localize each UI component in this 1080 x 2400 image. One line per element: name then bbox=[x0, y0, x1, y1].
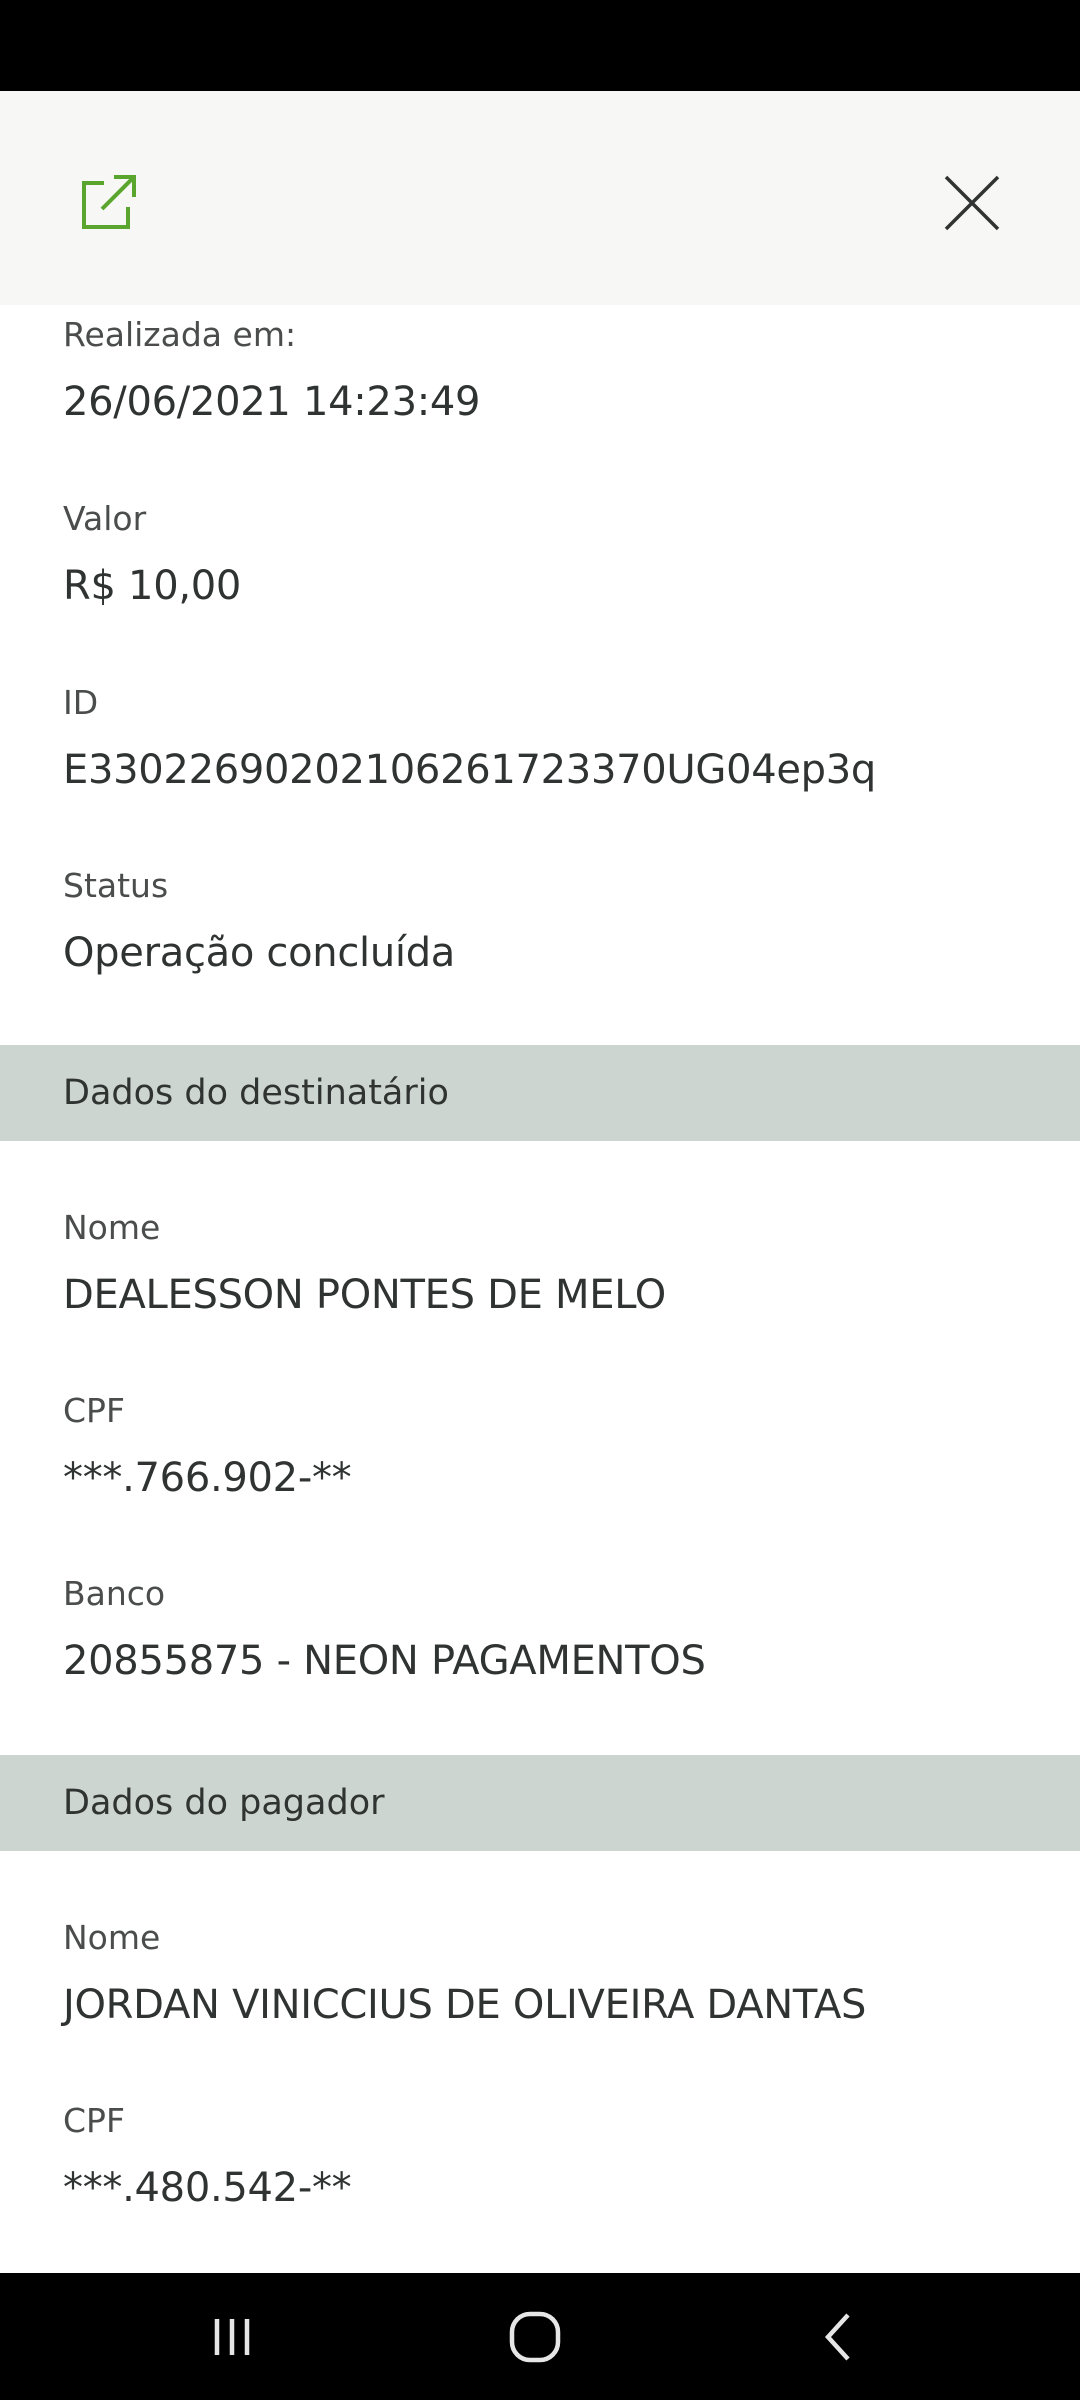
section-title: Dados do pagador bbox=[63, 1783, 385, 1823]
field-value: ***.766.902-** bbox=[63, 1455, 352, 1501]
recipient-section-header: Dados do destinatário bbox=[0, 1045, 1080, 1141]
status-bar bbox=[0, 0, 1080, 91]
back-button[interactable] bbox=[778, 2293, 898, 2381]
recipient-bank-field: Banco 20855875 - NEON PAGAMENTOS bbox=[63, 1574, 706, 1686]
home-icon bbox=[509, 2311, 561, 2363]
field-label: Nome bbox=[63, 1208, 161, 1247]
receipt-header bbox=[0, 91, 1080, 305]
field-value: R$ 10,00 bbox=[63, 563, 242, 609]
field-label: Realizada em: bbox=[63, 315, 297, 354]
navigation-bar bbox=[0, 2273, 1080, 2400]
field-label: Nome bbox=[63, 1918, 161, 1957]
field-value: Operação concluída bbox=[63, 930, 456, 976]
receipt-content: Realizada em: 26/06/2021 14:23:49 Valor … bbox=[0, 305, 1080, 2273]
field-value: E33022690202106261723370UG04ep3q bbox=[63, 747, 877, 793]
payer-section-header: Dados do pagador bbox=[0, 1755, 1080, 1851]
recents-icon bbox=[214, 2319, 250, 2355]
status-field: Status Operação concluída bbox=[63, 866, 455, 978]
payer-name-field: Nome JORDAN VINICCIUS DE OLIVEIRA DANTAS bbox=[63, 1918, 866, 2030]
field-value: JORDAN VINICCIUS DE OLIVEIRA DANTAS bbox=[63, 1982, 867, 2028]
section-title: Dados do destinatário bbox=[63, 1073, 449, 1113]
home-button[interactable] bbox=[475, 2293, 595, 2381]
field-label: Status bbox=[63, 866, 169, 905]
recipient-name-field: Nome DEALESSON PONTES DE MELO bbox=[63, 1208, 666, 1320]
field-value: 20855875 - NEON PAGAMENTOS bbox=[63, 1638, 706, 1684]
field-value: 26/06/2021 14:23:49 bbox=[63, 379, 481, 425]
field-value: ***.480.542-** bbox=[63, 2165, 352, 2211]
amount-field: Valor R$ 10,00 bbox=[63, 499, 241, 611]
recipient-cpf-field: CPF ***.766.902-** bbox=[63, 1391, 352, 1503]
field-label: ID bbox=[63, 683, 99, 722]
external-link-icon bbox=[82, 175, 136, 229]
id-field: ID E33022690202106261723370UG04ep3q bbox=[63, 683, 876, 795]
field-label: Valor bbox=[63, 499, 147, 538]
date-field: Realizada em: 26/06/2021 14:23:49 bbox=[63, 315, 481, 427]
share-button[interactable] bbox=[68, 161, 148, 241]
field-label: Banco bbox=[63, 1574, 166, 1613]
field-label: CPF bbox=[63, 1391, 125, 1430]
field-label: CPF bbox=[63, 2101, 125, 2140]
field-value: DEALESSON PONTES DE MELO bbox=[63, 1272, 666, 1318]
recents-button[interactable] bbox=[172, 2293, 292, 2381]
close-icon bbox=[944, 175, 1000, 231]
close-button[interactable] bbox=[932, 163, 1012, 243]
back-icon bbox=[824, 2313, 850, 2361]
payer-cpf-field: CPF ***.480.542-** bbox=[63, 2101, 352, 2213]
